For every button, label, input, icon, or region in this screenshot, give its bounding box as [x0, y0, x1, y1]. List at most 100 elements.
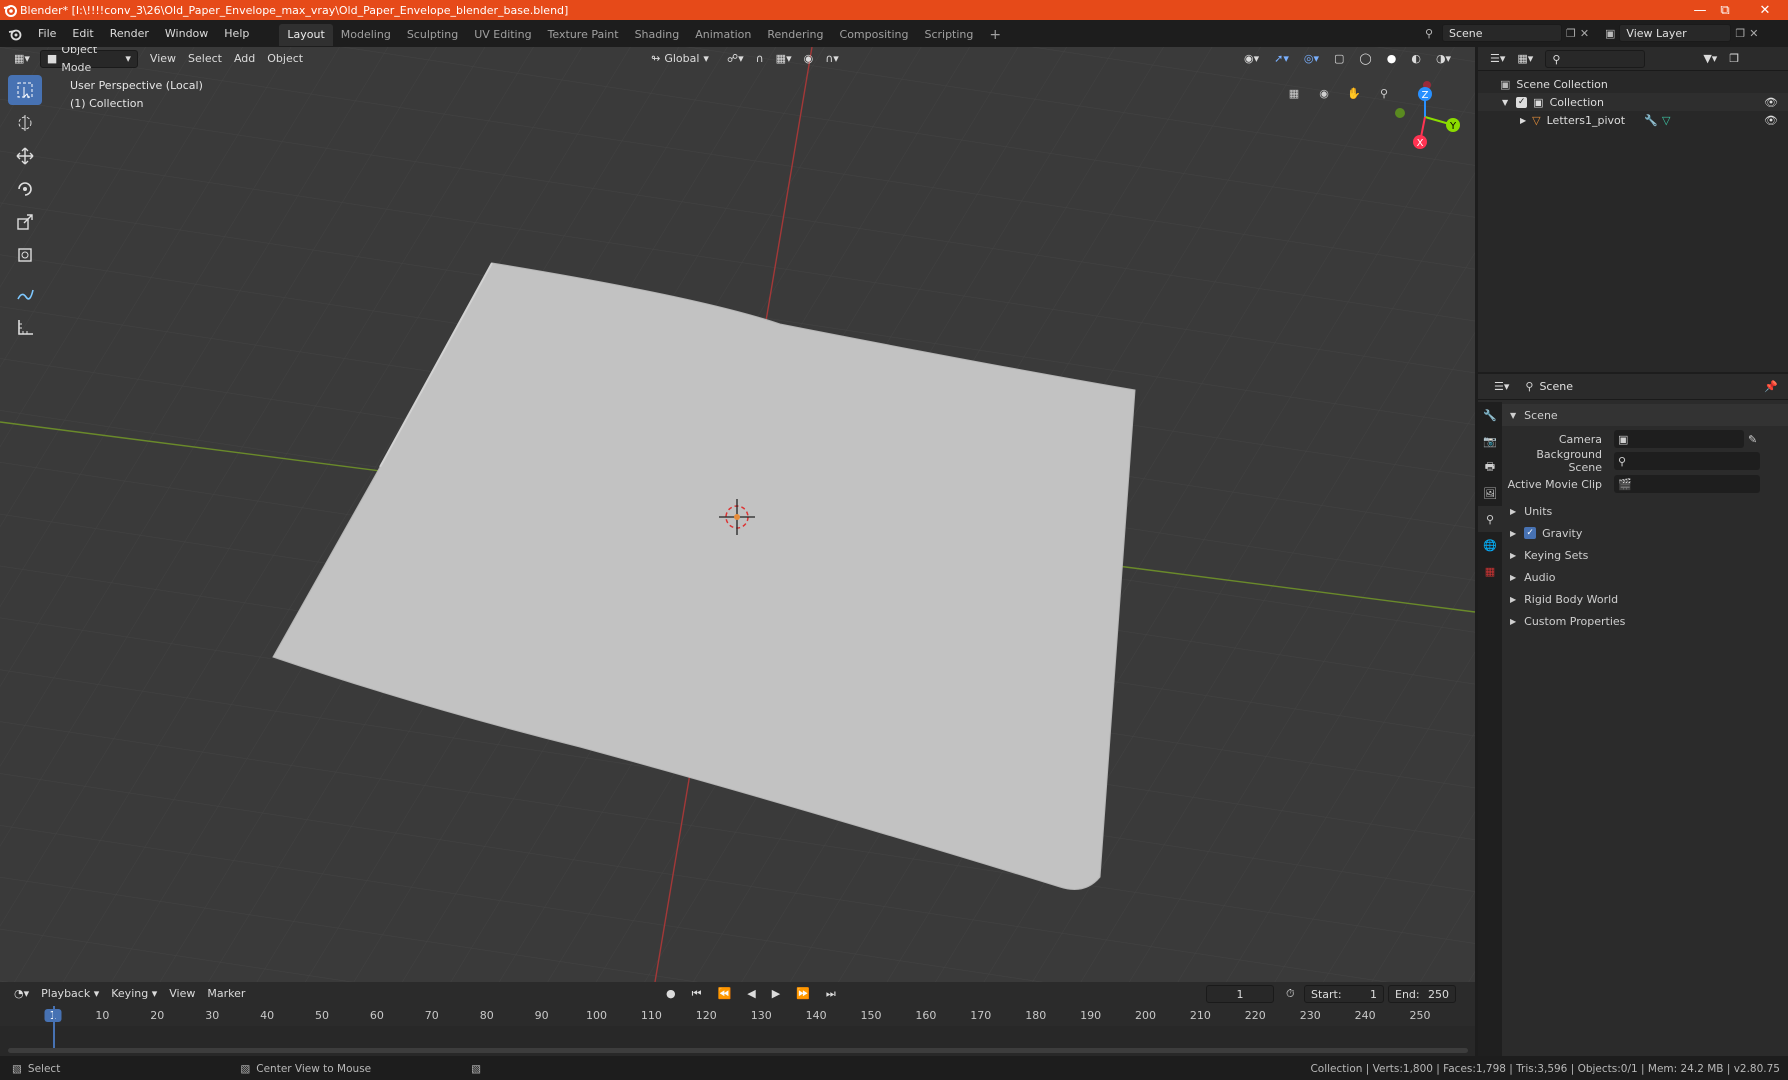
world-tab-icon[interactable]: 🌐	[1478, 532, 1502, 558]
mesh-data-icon[interactable]: ▽	[1662, 114, 1670, 127]
record-icon[interactable]: ●	[660, 985, 682, 1003]
modifier-wrench-icon[interactable]: 🔧	[1644, 114, 1658, 127]
new-collection-icon[interactable]: ❐	[1723, 50, 1745, 68]
jump-start-icon[interactable]: ⏮	[686, 985, 708, 1003]
tab-compositing[interactable]: Compositing	[832, 24, 917, 46]
viewport-menu-object[interactable]: Object	[261, 50, 309, 68]
keying-sets-section[interactable]: ▶ Keying Sets	[1502, 544, 1788, 566]
delete-view-layer-icon[interactable]: ✕	[1749, 27, 1758, 40]
stopwatch-icon[interactable]: ⏱	[1280, 985, 1301, 1003]
outliner-scene-collection[interactable]: ▣ Scene Collection	[1478, 75, 1788, 93]
properties-editor-icon[interactable]: ☰▾	[1488, 378, 1515, 396]
scene-selector-icon[interactable]: ⚲	[1420, 24, 1438, 42]
delete-scene-icon[interactable]: ✕	[1580, 27, 1589, 40]
prev-keyframe-icon[interactable]: ⏪	[712, 985, 738, 1003]
restore-icon[interactable]: ⧉	[1705, 0, 1745, 20]
timeline-editor-icon[interactable]: ◔▾	[8, 985, 35, 1003]
tab-shading[interactable]: Shading	[627, 24, 688, 46]
outliner-collection[interactable]: ▼ ✓ ▣ Collection 👁	[1478, 93, 1788, 111]
overlay-toggle-icon[interactable]: ◎▾	[1298, 50, 1325, 68]
output-tab-icon[interactable]: 🖶	[1478, 454, 1502, 480]
tab-modeling[interactable]: Modeling	[333, 24, 399, 46]
gravity-checkbox[interactable]: ✓	[1524, 527, 1537, 539]
wireframe-shading-icon[interactable]: ◯	[1353, 50, 1377, 68]
editor-type-icon[interactable]: ▦▾	[8, 50, 36, 68]
viewport-menu-select[interactable]: Select	[182, 50, 228, 68]
render-tab-icon[interactable]: 📷	[1478, 428, 1502, 454]
pivot-point-icon[interactable]: ☍▾	[721, 50, 750, 68]
current-frame-field[interactable]: 1	[1206, 985, 1274, 1003]
viewport-menu-view[interactable]: View	[144, 50, 182, 68]
pan-hand-icon[interactable]: ✋	[1342, 81, 1366, 105]
material-shading-icon[interactable]: ◐	[1405, 50, 1427, 68]
texture-tab-icon[interactable]: ▦	[1478, 558, 1502, 584]
rigid-body-section[interactable]: ▶ Rigid Body World	[1502, 588, 1788, 610]
tab-scripting[interactable]: Scripting	[916, 24, 981, 46]
tab-rendering[interactable]: Rendering	[759, 24, 831, 46]
audio-section[interactable]: ▶ Audio	[1502, 566, 1788, 588]
annotate-tool-icon[interactable]	[8, 279, 42, 309]
camera-field[interactable]: ▣	[1614, 430, 1744, 448]
eyedropper-icon[interactable]: ✎	[1748, 433, 1757, 446]
menu-window[interactable]: Window	[157, 20, 216, 47]
view-layer-field[interactable]: View Layer	[1619, 24, 1732, 42]
xray-icon[interactable]: ▢	[1328, 50, 1350, 68]
tab-sculpting[interactable]: Sculpting	[399, 24, 466, 46]
new-scene-icon[interactable]: ❐	[1566, 27, 1576, 40]
view-layer-icon[interactable]: ▣	[1605, 27, 1615, 40]
pin-icon[interactable]: 📌	[1764, 380, 1778, 393]
navigation-gizmo[interactable]: Z Y X	[1385, 77, 1465, 157]
play-icon[interactable]: ▶	[766, 985, 786, 1003]
movie-clip-field[interactable]: 🎬	[1614, 475, 1760, 493]
transform-tool-icon[interactable]	[8, 240, 42, 270]
eye-icon[interactable]: 👁	[1764, 114, 1778, 127]
scale-tool-icon[interactable]	[8, 207, 42, 237]
timeline-menu-keying[interactable]: Keying ▾	[105, 985, 163, 1003]
timeline-scrollbar[interactable]	[8, 1048, 1468, 1053]
frame-ruler[interactable]: 1102030405060708090100110120130140150160…	[0, 1006, 1475, 1026]
expand-arrow-icon[interactable]: ▼	[1502, 98, 1508, 107]
next-keyframe-icon[interactable]: ⏩	[790, 985, 816, 1003]
proportional-edit-icon[interactable]: ◉	[798, 50, 820, 68]
rendered-shading-icon[interactable]: ◑▾	[1430, 50, 1457, 68]
select-box-icon[interactable]	[8, 75, 42, 105]
timeline-track-area[interactable]	[0, 1006, 1475, 1056]
outliner-object[interactable]: ▶ ▽ Letters1_pivot 🔧 ▽ 👁	[1478, 111, 1788, 129]
solid-shading-icon[interactable]: ●	[1381, 50, 1403, 68]
3d-viewport[interactable]: ▦▾ ■ Object Mode ▾ View Select Add Objec…	[0, 47, 1475, 982]
camera-view-icon[interactable]: ◉	[1312, 81, 1336, 105]
visibility-icon[interactable]: ◉▾	[1238, 50, 1265, 68]
blender-menu-icon[interactable]	[0, 27, 30, 41]
tab-uv-editing[interactable]: UV Editing	[466, 24, 539, 46]
close-icon[interactable]: ✕	[1745, 0, 1785, 20]
gravity-section[interactable]: ▶ ✓ Gravity	[1502, 522, 1788, 544]
outliner-search-input[interactable]: ⚲	[1545, 49, 1646, 68]
eye-icon[interactable]: 👁	[1764, 96, 1778, 109]
scene-panel-header[interactable]: ▼ Scene	[1502, 404, 1788, 426]
menu-render[interactable]: Render	[102, 20, 157, 47]
collection-checkbox[interactable]: ✓	[1516, 96, 1528, 108]
menu-help[interactable]: Help	[216, 20, 257, 47]
jump-end-icon[interactable]: ⏭	[820, 985, 842, 1003]
outliner-editor-icon[interactable]: ☰▾	[1484, 50, 1511, 68]
scene-tab-icon[interactable]: ⚲	[1478, 506, 1502, 532]
tab-animation[interactable]: Animation	[687, 24, 759, 46]
filter-icon[interactable]: ▼▾	[1697, 50, 1723, 68]
expand-arrow-icon[interactable]: ▶	[1520, 116, 1526, 125]
display-mode-icon[interactable]: ▦▾	[1511, 50, 1539, 68]
timeline-menu-marker[interactable]: Marker	[201, 985, 251, 1003]
custom-properties-section[interactable]: ▶ Custom Properties	[1502, 610, 1788, 632]
timeline-menu-view[interactable]: View	[163, 985, 201, 1003]
view-layer-tab-icon[interactable]: 🖼	[1478, 480, 1502, 506]
play-reverse-icon[interactable]: ◀	[741, 985, 761, 1003]
snap-target-icon[interactable]: ▦▾	[770, 50, 798, 68]
snap-icon[interactable]: ∩	[750, 50, 770, 68]
transform-orientation-dropdown[interactable]: ↬ Global ▾	[645, 50, 715, 68]
viewport-menu-add[interactable]: Add	[228, 50, 261, 68]
mode-dropdown[interactable]: ■ Object Mode ▾	[39, 47, 138, 74]
rotate-tool-icon[interactable]	[8, 174, 42, 204]
cursor-tool-icon[interactable]	[8, 108, 42, 138]
start-frame-field[interactable]: Start: 1	[1304, 985, 1384, 1003]
end-frame-field[interactable]: End: 250	[1388, 985, 1456, 1003]
menu-file[interactable]: File	[30, 20, 64, 47]
